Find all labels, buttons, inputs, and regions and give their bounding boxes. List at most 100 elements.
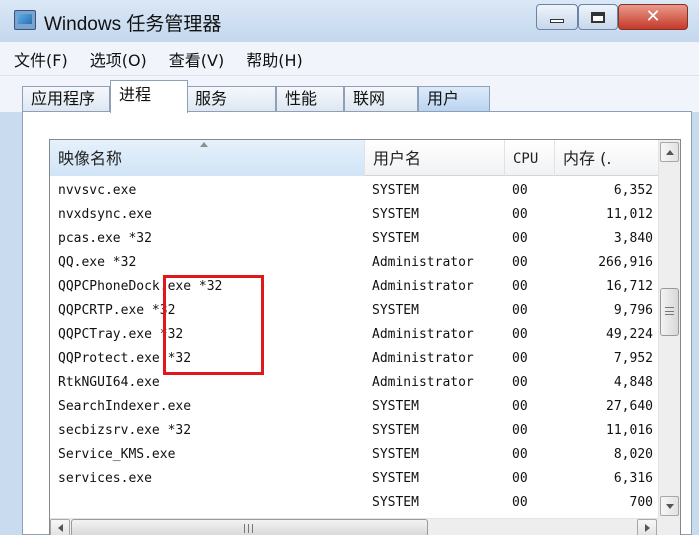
process-name: QQPCPhoneDock.exe *32 bbox=[58, 279, 223, 294]
close-icon: ✕ bbox=[645, 6, 661, 27]
process-name bbox=[58, 491, 365, 515]
process-user: SYSTEM bbox=[372, 495, 419, 510]
process-memory: 11,016 bbox=[606, 423, 653, 438]
tab-services[interactable]: 服务 bbox=[186, 86, 276, 112]
menu-file[interactable]: 文件(F) bbox=[14, 47, 68, 71]
table-row[interactable]: nvvsvc.exe SYSTEM 00 6,352 bbox=[50, 179, 658, 203]
process-user: SYSTEM bbox=[372, 399, 419, 414]
process-user: SYSTEM bbox=[372, 303, 419, 318]
process-memory: 49,224 bbox=[606, 327, 653, 342]
arrow-up-icon bbox=[665, 149, 674, 155]
column-header-user-name[interactable]: 用户名 bbox=[365, 140, 505, 176]
process-name: nvvsvc.exe bbox=[58, 183, 137, 198]
grip-icon bbox=[665, 307, 674, 315]
process-name: QQPCTray.exe *32 bbox=[58, 327, 184, 342]
process-name: QQPCRTP.exe *32 bbox=[58, 303, 176, 318]
process-name: nvxdsync.exe bbox=[58, 207, 152, 222]
minimize-button[interactable] bbox=[536, 4, 578, 30]
table-row[interactable]: services.exe SYSTEM 00 6,316 bbox=[50, 467, 658, 491]
table-row[interactable]: SYSTEM 00 700 bbox=[50, 491, 658, 515]
close-button[interactable]: ✕ bbox=[618, 4, 688, 30]
column-header-cpu[interactable]: CPU bbox=[505, 140, 555, 176]
table-row[interactable]: RtkNGUI64.exe Administrator 00 4,848 bbox=[50, 371, 658, 395]
process-cpu: 00 bbox=[512, 351, 528, 366]
process-list[interactable]: 映像名称 用户名 CPU 内存 (. nvvsvc.exe SYSTEM 00 … bbox=[49, 139, 681, 535]
table-row[interactable]: pcas.exe *32 SYSTEM 00 3,840 bbox=[50, 227, 658, 251]
table-row[interactable]: QQPCTray.exe *32 Administrator 00 49,224 bbox=[50, 323, 658, 347]
column-header-memory-label: 内存 (. bbox=[563, 149, 612, 168]
process-memory: 16,712 bbox=[606, 279, 653, 294]
process-user: SYSTEM bbox=[372, 231, 419, 246]
column-header-memory[interactable]: 内存 (. bbox=[555, 140, 658, 176]
scroll-up-button[interactable] bbox=[660, 142, 679, 162]
arrow-left-icon bbox=[57, 524, 63, 532]
process-cpu: 00 bbox=[512, 399, 528, 414]
column-header-image-name[interactable]: 映像名称 bbox=[50, 140, 365, 176]
table-row[interactable]: QQProtect.exe *32 Administrator 00 7,952 bbox=[50, 347, 658, 371]
process-memory: 27,640 bbox=[606, 399, 653, 414]
sort-ascending-icon bbox=[200, 142, 208, 147]
process-cpu: 00 bbox=[512, 303, 528, 318]
process-user: Administrator bbox=[372, 351, 474, 366]
column-header-image-name-label: 映像名称 bbox=[58, 149, 123, 168]
arrow-right-icon bbox=[644, 524, 650, 532]
scroll-down-button[interactable] bbox=[660, 496, 679, 516]
process-cpu: 00 bbox=[512, 255, 528, 270]
column-header-user-name-label: 用户名 bbox=[373, 149, 422, 168]
table-row[interactable]: SearchIndexer.exe SYSTEM 00 27,640 bbox=[50, 395, 658, 419]
tab-strip: 应用程序 进程 服务 性能 联网 用户 bbox=[0, 76, 699, 113]
process-rows: nvvsvc.exe SYSTEM 00 6,352 nvxdsync.exe … bbox=[50, 176, 658, 521]
table-row[interactable]: nvxdsync.exe SYSTEM 00 11,012 bbox=[50, 203, 658, 227]
tab-networking[interactable]: 联网 bbox=[344, 86, 418, 112]
process-memory: 9,796 bbox=[613, 303, 653, 318]
process-memory: 4,848 bbox=[613, 375, 653, 390]
table-row[interactable]: secbizsrv.exe *32 SYSTEM 00 11,016 bbox=[50, 419, 658, 443]
process-name: services.exe bbox=[58, 471, 152, 486]
maximize-button[interactable] bbox=[578, 4, 618, 30]
title-bar: Windows 任务管理器 ✕ bbox=[0, 0, 699, 42]
process-cpu: 00 bbox=[512, 327, 528, 342]
process-cpu: 00 bbox=[512, 423, 528, 438]
process-user: Administrator bbox=[372, 279, 474, 294]
menu-help[interactable]: 帮助(H) bbox=[246, 47, 303, 71]
process-user: SYSTEM bbox=[372, 447, 419, 462]
process-user: SYSTEM bbox=[372, 207, 419, 222]
vertical-scrollbar[interactable] bbox=[658, 140, 680, 518]
horizontal-scroll-thumb[interactable] bbox=[71, 519, 428, 535]
menu-view[interactable]: 查看(V) bbox=[169, 47, 224, 71]
process-user: SYSTEM bbox=[372, 183, 419, 198]
process-memory: 11,012 bbox=[606, 207, 653, 222]
table-row[interactable]: QQPCRTP.exe *32 SYSTEM 00 9,796 bbox=[50, 299, 658, 323]
process-name: RtkNGUI64.exe bbox=[58, 375, 160, 390]
process-name: pcas.exe *32 bbox=[58, 231, 152, 246]
tab-users[interactable]: 用户 bbox=[418, 86, 490, 112]
arrow-down-icon bbox=[665, 503, 674, 509]
task-manager-app-icon[interactable] bbox=[14, 10, 36, 30]
column-header-cpu-label: CPU bbox=[513, 151, 539, 167]
menu-options[interactable]: 选项(O) bbox=[90, 47, 147, 71]
tab-applications[interactable]: 应用程序 bbox=[22, 86, 110, 112]
process-user: Administrator bbox=[372, 375, 474, 390]
vertical-scroll-thumb[interactable] bbox=[660, 288, 679, 336]
tab-performance[interactable]: 性能 bbox=[276, 86, 344, 112]
scroll-left-button[interactable] bbox=[50, 519, 70, 535]
process-memory: 3,840 bbox=[613, 231, 653, 246]
process-name: secbizsrv.exe *32 bbox=[58, 423, 192, 438]
process-name: QQProtect.exe *32 bbox=[58, 351, 192, 366]
process-cpu: 00 bbox=[512, 183, 528, 198]
menu-bar: 文件(F) 选项(O) 查看(V) 帮助(H) bbox=[0, 42, 699, 76]
scrollbar-corner bbox=[658, 518, 680, 535]
process-user: Administrator bbox=[372, 327, 474, 342]
process-cpu: 00 bbox=[512, 207, 528, 222]
process-cpu: 00 bbox=[512, 447, 528, 462]
table-row[interactable]: QQPCPhoneDock.exe *32 Administrator 00 1… bbox=[50, 275, 658, 299]
scroll-right-button[interactable] bbox=[637, 519, 657, 535]
horizontal-scrollbar[interactable] bbox=[50, 518, 658, 535]
table-row[interactable]: Service_KMS.exe SYSTEM 00 8,020 bbox=[50, 443, 658, 467]
tab-processes[interactable]: 进程 bbox=[110, 80, 188, 113]
minimize-icon bbox=[550, 19, 564, 23]
table-row[interactable]: QQ.exe *32 Administrator 00 266,916 bbox=[50, 251, 658, 275]
process-memory: 8,020 bbox=[613, 447, 653, 462]
process-cpu: 00 bbox=[512, 495, 528, 510]
process-name: Service_KMS.exe bbox=[58, 447, 176, 462]
